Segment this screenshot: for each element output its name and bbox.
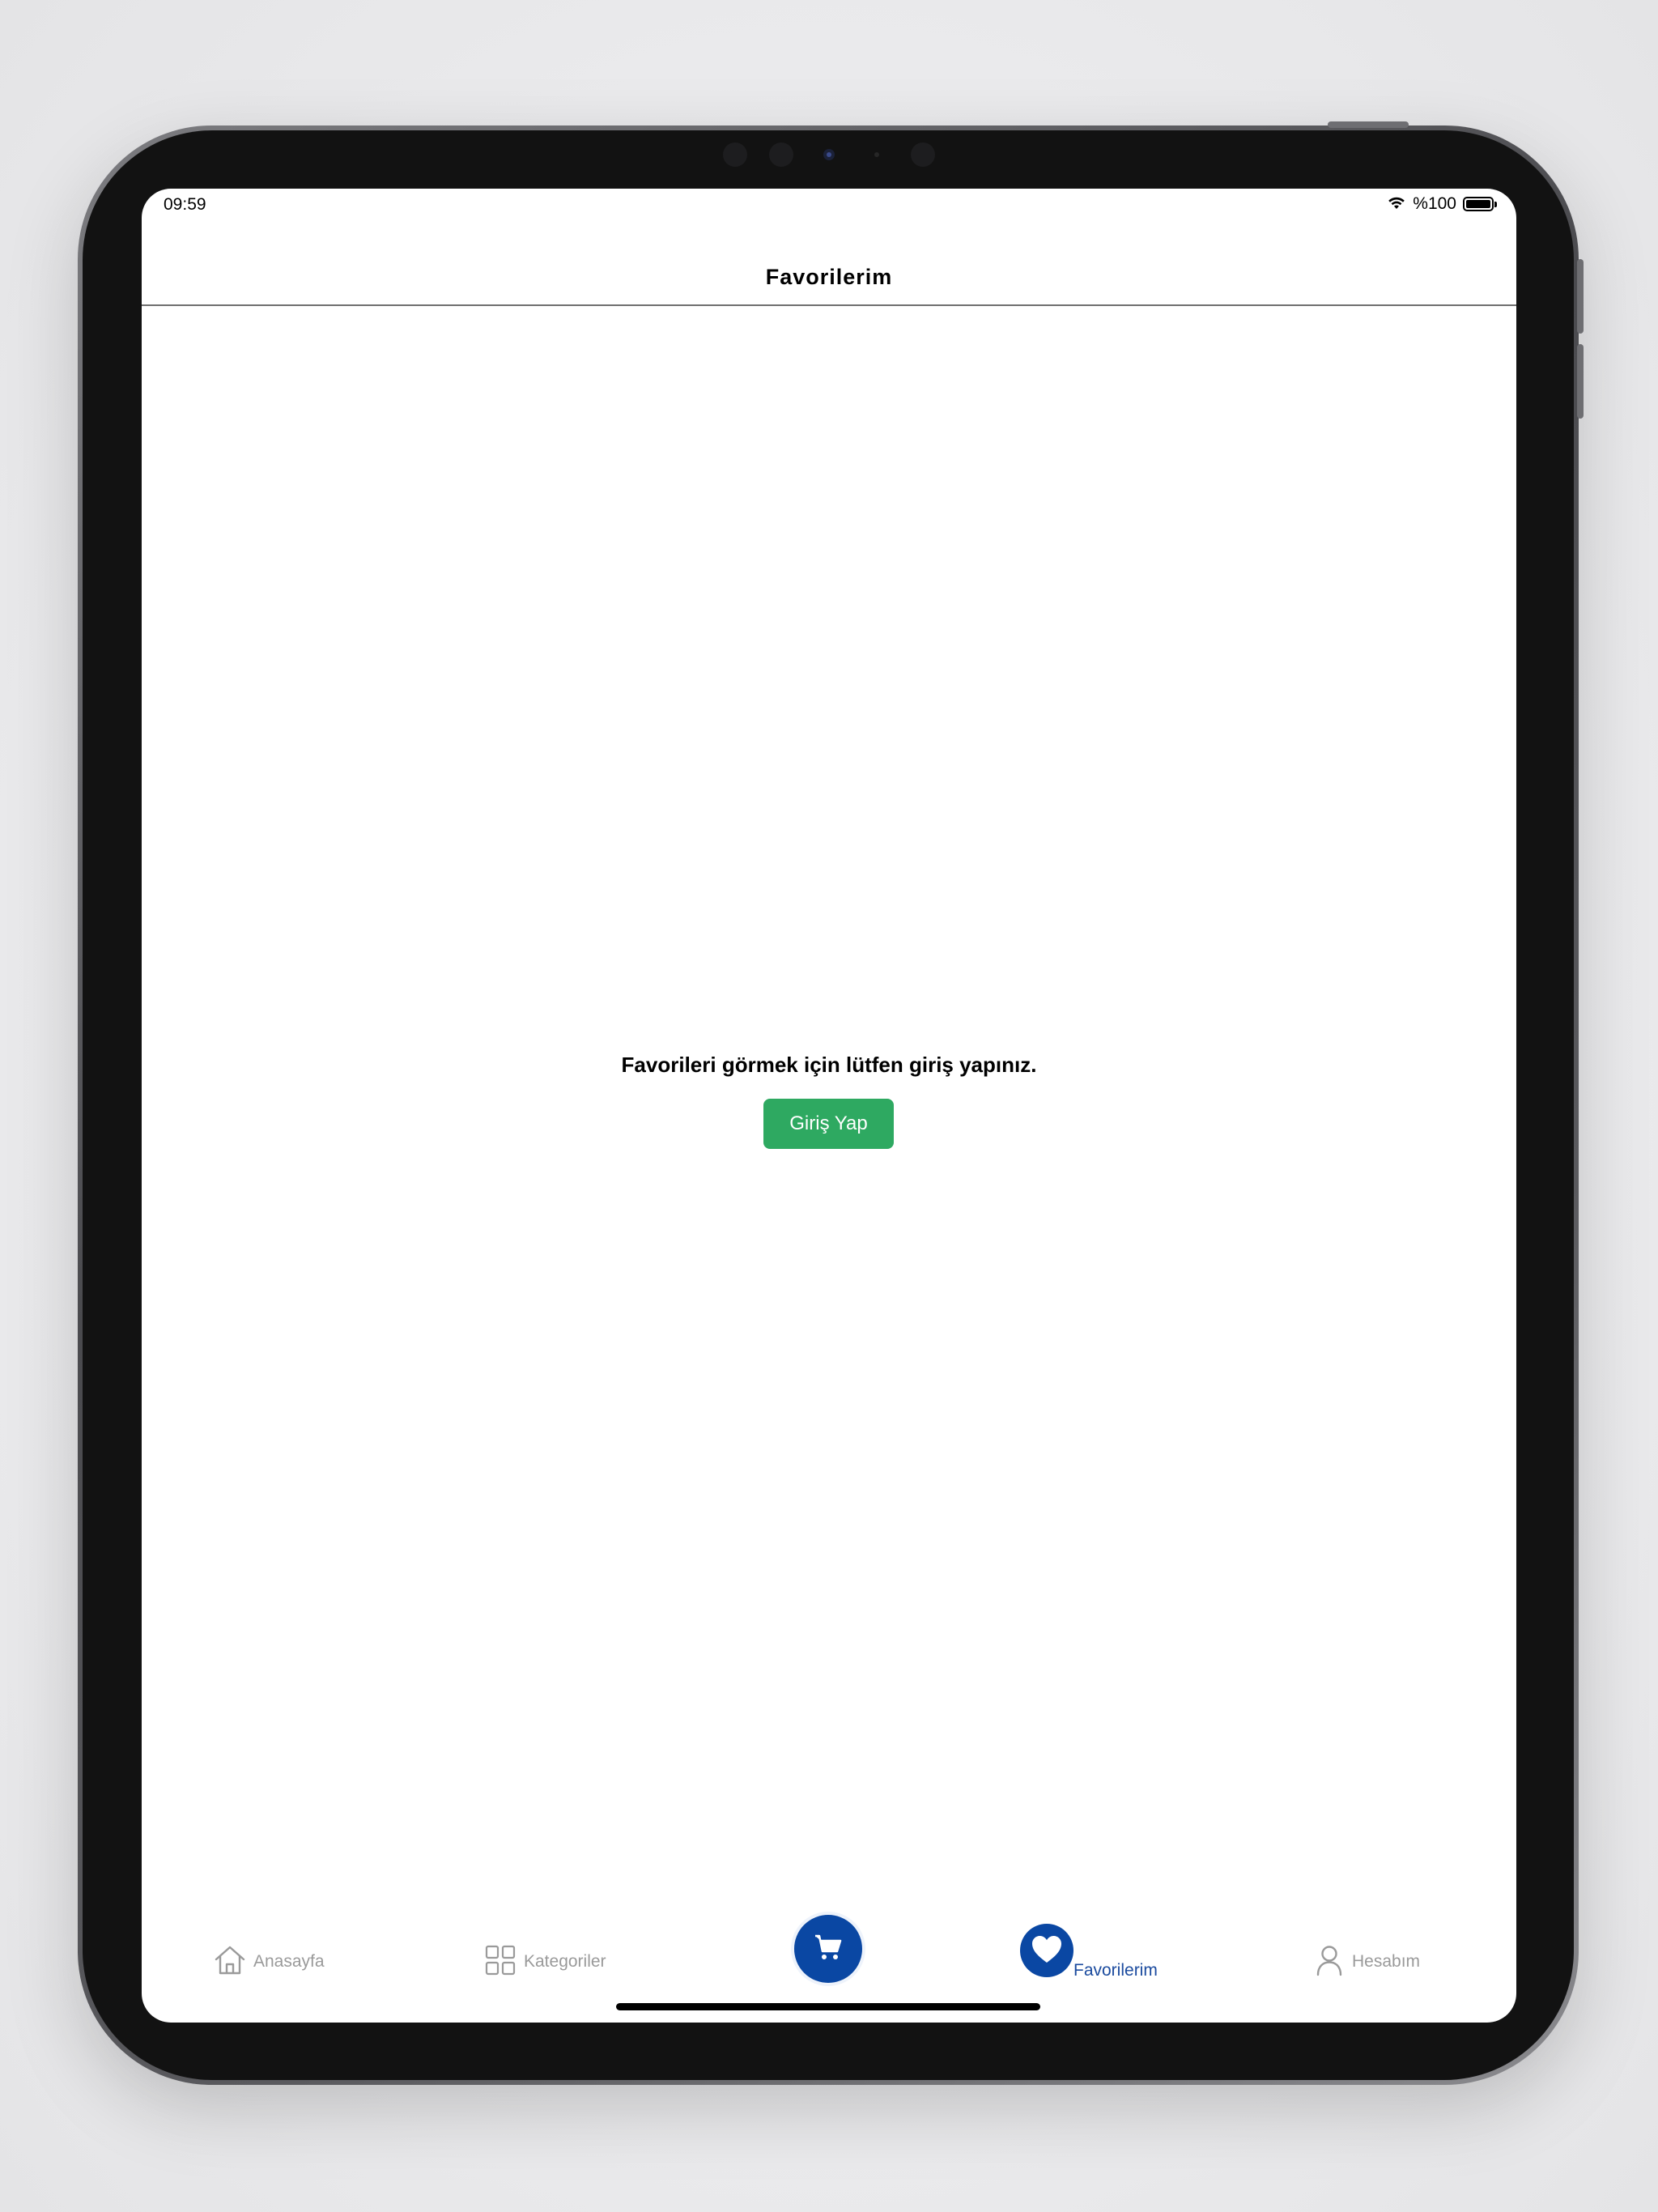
tab-label-account: Hesabım	[1352, 1952, 1421, 1971]
tab-home[interactable]: Anasayfa	[213, 1921, 325, 2002]
cart-button[interactable]	[791, 1912, 865, 1986]
heart-icon	[1030, 1933, 1064, 1968]
status-bar: 09:59 %100	[142, 189, 1516, 224]
wifi-icon	[1387, 195, 1406, 214]
app-screen: 09:59 %100 Favorilerim Favorileri görmek…	[142, 189, 1516, 2023]
tab-favorites[interactable]: Favorilerim	[1020, 1921, 1158, 2002]
sensor-dot	[874, 152, 879, 157]
tab-account[interactable]: Hesabım	[1313, 1921, 1420, 2002]
tab-categories[interactable]: Kategoriler	[483, 1921, 606, 2002]
home-icon	[213, 1943, 247, 1981]
sensor-dot	[769, 143, 793, 167]
volume-down-button	[1577, 344, 1584, 419]
login-required-message: Favorileri görmek için lütfen giriş yapı…	[621, 1053, 1037, 1077]
sensor-dot	[911, 143, 935, 167]
user-icon	[1313, 1943, 1346, 1981]
navigation-header: Favorilerim	[142, 224, 1516, 306]
page-title: Favorilerim	[765, 265, 893, 289]
volume-up-button	[1577, 259, 1584, 334]
battery-percentage: %100	[1413, 194, 1456, 213]
login-button[interactable]: Giriş Yap	[763, 1099, 894, 1149]
front-camera	[823, 149, 835, 160]
status-time: 09:59	[164, 195, 206, 214]
tab-label-favorites: Favorilerim	[1073, 1961, 1158, 1980]
status-indicators: %100	[1387, 194, 1497, 214]
tab-label-categories: Kategoriler	[524, 1952, 606, 1971]
battery-icon	[1463, 197, 1497, 211]
cart-icon	[813, 1932, 844, 1967]
grid-icon	[483, 1943, 517, 1981]
top-button	[1328, 121, 1409, 128]
home-indicator[interactable]	[616, 2003, 1040, 2010]
active-tab-indicator	[1020, 1924, 1073, 1977]
sensor-dot	[723, 143, 747, 167]
tab-label-home: Anasayfa	[253, 1952, 325, 1971]
